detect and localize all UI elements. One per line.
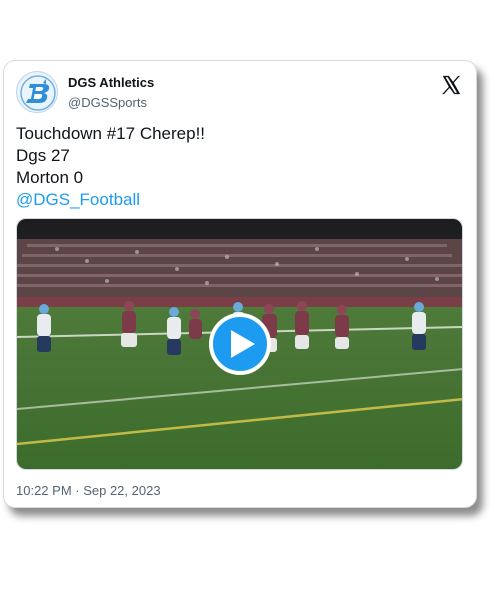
tweet-line: Touchdown #17 Cherep!! xyxy=(16,124,206,143)
tweet-text: Touchdown #17 Cherep!! Dgs 27 Morton 0 @… xyxy=(16,123,456,211)
account-handle[interactable]: @DGSSports xyxy=(68,95,147,110)
play-icon[interactable] xyxy=(209,313,271,375)
tweet-timestamp[interactable]: 10:22 PM · Sep 22, 2023 xyxy=(16,483,161,498)
video-player[interactable] xyxy=(16,218,463,470)
tweet-header: DGS Athletics @DGSSports xyxy=(16,71,464,115)
account-avatar[interactable] xyxy=(16,71,58,113)
tweet-card[interactable]: DGS Athletics @DGSSports Touchdown #17 C… xyxy=(3,60,477,508)
mention-link[interactable]: @DGS_Football xyxy=(16,189,456,211)
display-name[interactable]: DGS Athletics xyxy=(68,75,154,90)
video-thumbnail xyxy=(17,219,462,469)
tweet-line: Dgs 27 xyxy=(16,146,70,165)
dgs-logo-icon xyxy=(18,73,57,112)
tweet-line: Morton 0 xyxy=(16,168,84,187)
x-logo-icon[interactable] xyxy=(440,74,462,96)
